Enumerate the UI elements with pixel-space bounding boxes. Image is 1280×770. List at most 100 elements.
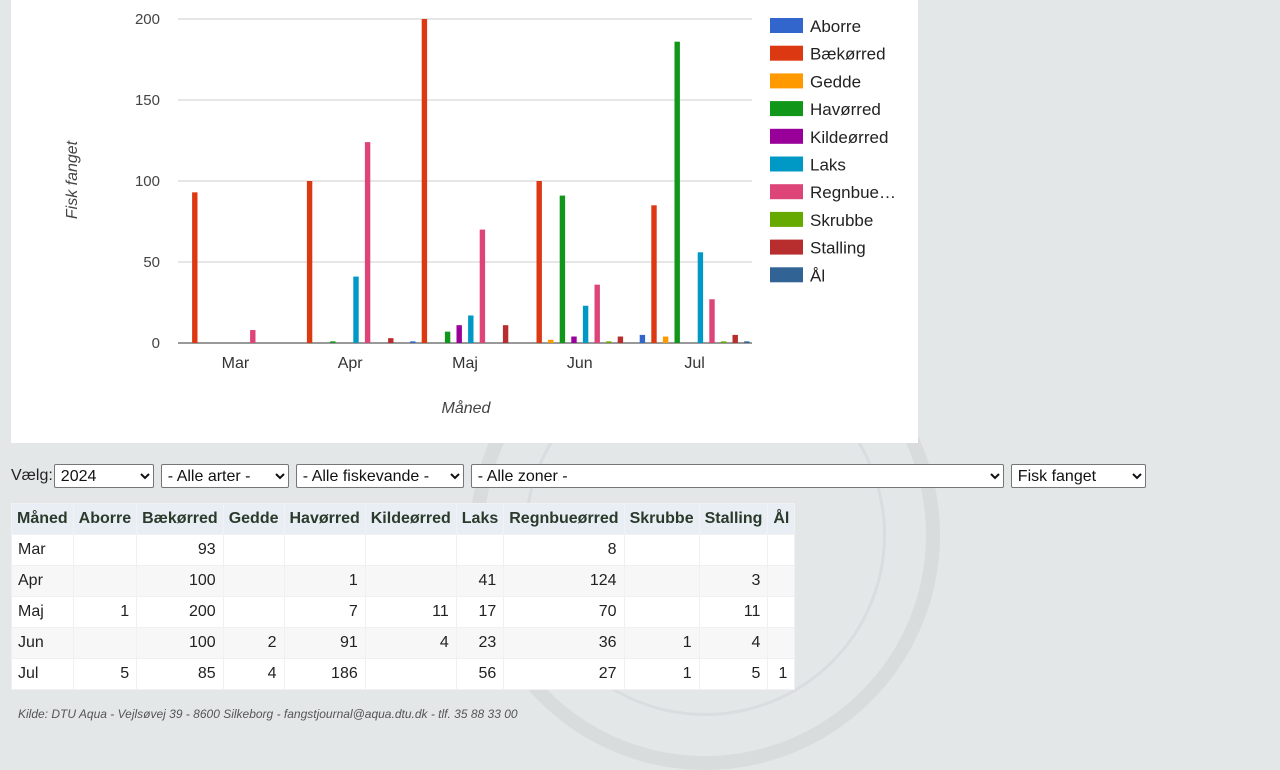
table-cell: 27: [503, 658, 625, 690]
select-label: Vælg:: [11, 467, 53, 484]
table-month-cell: Mar: [11, 534, 74, 566]
table-month-cell: Jul: [11, 658, 74, 690]
table-row: Jul 5 85 4 186 56 27 1 5 1: [11, 658, 796, 690]
catch-chart-panel: 0 50 100 150 200 Mar Apr Maj Jun Jul Måned Fisk fan…: [11, 0, 918, 443]
x-tick-label: Jul: [684, 355, 704, 372]
legend-entry: Skrubbe: [810, 211, 873, 230]
catch-table: Måned Aborre Bækørred Gedde Havørred Kildeørr…: [11, 503, 796, 690]
year-select[interactable]: 2024: [53, 464, 154, 488]
table-cell: [623, 596, 700, 628]
x-tick-label: Maj: [452, 355, 478, 372]
table-cell: 4: [222, 658, 285, 690]
table-cell: [364, 565, 457, 597]
legend-swatch: [770, 267, 803, 283]
table-cell: 4: [698, 627, 769, 659]
table-header-cell[interactable]: Stalling: [698, 503, 769, 535]
legend-swatch: [770, 101, 803, 117]
table-cell: 5: [72, 658, 138, 690]
legend-entry: Stalling: [810, 239, 866, 258]
waters-select[interactable]: - Alle fiskevande -: [295, 464, 464, 488]
table-header-cell[interactable]: Gedde: [222, 503, 285, 535]
table-cell: 70: [503, 596, 625, 628]
bar-gedde: [548, 339, 554, 343]
bar-havørred: [444, 331, 451, 343]
table-month-cell: Apr: [11, 565, 74, 597]
bar-bækørred: [421, 19, 428, 343]
bar-regnbue: [479, 229, 486, 343]
table-cell: 1: [72, 596, 138, 628]
table-cell: 1: [623, 627, 700, 659]
bar-bækørred: [192, 192, 198, 343]
table-cell: [455, 534, 505, 566]
table-cell: [222, 534, 285, 566]
table-cell: 41: [455, 565, 505, 597]
table-cell: [364, 658, 457, 690]
bar-laks: [468, 315, 474, 343]
bar-kildeørred: [456, 325, 462, 343]
y-axis-title: Fisk fanget: [64, 140, 81, 219]
legend-entry: Gedde: [810, 72, 861, 91]
zones-select[interactable]: - Alle zoner -: [470, 464, 1004, 488]
table-cell: [767, 565, 796, 597]
table-header-cell[interactable]: Havørred: [283, 503, 366, 535]
table-header-cell[interactable]: Bækørred: [136, 503, 224, 535]
table-cell: 7: [283, 596, 366, 628]
table-row: Maj 1 200 7 11 17 70 11: [11, 596, 796, 628]
table-cell: 85: [136, 658, 224, 690]
table-header-cell[interactable]: Laks: [455, 503, 505, 535]
table-cell: 1: [623, 658, 700, 690]
y-tick-label: 150: [135, 92, 160, 109]
table-row: Jun 100 2 91 4 23 36 1 4: [11, 627, 796, 659]
metric-select[interactable]: Fisk fanget: [1010, 464, 1146, 488]
bar-havørred: [330, 341, 336, 343]
table-cell: 3: [698, 565, 769, 597]
table-header-row: Måned Aborre Bækørred Gedde Havørred Kildeørr…: [11, 503, 796, 535]
source-footer: Kilde: DTU Aqua - Vejlsøvej 39 - 8600 Si…: [18, 707, 518, 721]
table-cell: [698, 534, 769, 566]
table-cell: 93: [136, 534, 224, 566]
bar-regnbue: [709, 299, 715, 343]
bar-regnbue: [250, 330, 256, 343]
table-cell: 200: [136, 596, 224, 628]
y-tick-label: 0: [152, 335, 160, 352]
bar-havørred: [559, 195, 566, 343]
bar-regnbue: [594, 284, 600, 343]
table-cell: 4: [364, 627, 457, 659]
bar-bækørred: [306, 181, 313, 343]
y-tick-label: 100: [135, 173, 160, 190]
table-row: Apr 100 1 41 124 3: [11, 565, 796, 597]
species-select[interactable]: - Alle arter -: [160, 464, 289, 488]
table-cell: 2: [222, 627, 285, 659]
y-tick-label: 50: [143, 254, 160, 271]
table-cell: 11: [698, 596, 769, 628]
bar-laks: [697, 252, 704, 343]
bar-laks: [582, 305, 589, 343]
table-header-cell[interactable]: Måned: [11, 503, 74, 535]
table-header-cell[interactable]: Aborre: [72, 503, 138, 535]
table-header-cell[interactable]: Ål: [767, 503, 796, 535]
legend-swatch: [770, 239, 803, 255]
table-cell: 1: [283, 565, 366, 597]
bar-bækørred: [536, 181, 542, 343]
table-cell: [222, 596, 285, 628]
table-cell: [283, 534, 366, 566]
bar-ål: [744, 341, 750, 343]
y-tick-label: 200: [135, 11, 160, 28]
table-header-cell[interactable]: Kildeørred: [364, 503, 457, 535]
bar-havørred: [674, 41, 680, 344]
table-row: Mar 93 8: [11, 534, 796, 566]
legend-entry: Laks: [810, 156, 846, 175]
legend-entry: Ål: [810, 266, 825, 285]
legend-swatch: [770, 128, 803, 144]
table-header-cell[interactable]: Skrubbe: [623, 503, 700, 535]
x-tick-label: Jun: [567, 355, 593, 372]
table-cell: [767, 627, 796, 659]
table-cell: [767, 596, 796, 628]
bar-gedde: [662, 336, 669, 343]
bar-stalling: [502, 325, 509, 343]
bar-stalling: [617, 336, 624, 343]
table-cell: [72, 565, 138, 597]
table-header-cell[interactable]: Regnbueørred: [503, 503, 625, 535]
bar-skrubbe: [720, 341, 727, 343]
bar-aborre: [639, 334, 646, 343]
